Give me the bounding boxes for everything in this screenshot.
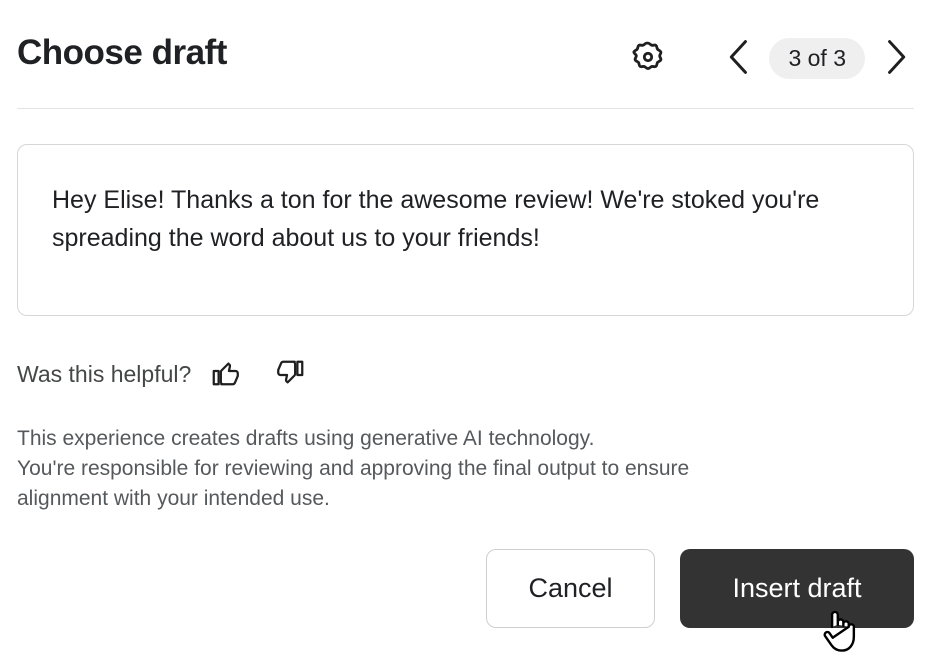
- chevron-right-icon: [883, 39, 909, 78]
- settings-button[interactable]: [626, 36, 670, 80]
- draft-text-box[interactable]: Hey Elise! Thanks a ton for the awesome …: [17, 144, 914, 316]
- thumbs-up-icon: [211, 358, 241, 391]
- disclaimer-line-2: You're responsible for reviewing and app…: [17, 457, 690, 480]
- thumbs-down-button[interactable]: [271, 355, 309, 393]
- dialog-actions: Cancel Insert draft: [486, 549, 914, 628]
- header-divider: [17, 108, 914, 109]
- chevron-left-icon: [726, 39, 752, 78]
- feedback-row: Was this helpful?: [17, 357, 309, 391]
- feedback-label: Was this helpful?: [17, 361, 192, 387]
- gear-icon: [631, 40, 665, 77]
- thumbs-down-icon: [275, 358, 305, 391]
- page-title: Choose draft: [17, 33, 227, 72]
- disclaimer-line-1: This experience creates drafts using gen…: [17, 427, 595, 450]
- disclaimer-line-3: alignment with your intended use.: [17, 487, 330, 510]
- dialog-header: Choose draft 3 of 3: [0, 0, 934, 108]
- thumbs-up-button[interactable]: [207, 355, 245, 393]
- draft-text: Hey Elise! Thanks a ton for the awesome …: [52, 186, 820, 252]
- ai-disclaimer: This experience creates drafts using gen…: [17, 424, 877, 514]
- insert-draft-button[interactable]: Insert draft: [680, 549, 914, 628]
- cancel-button[interactable]: Cancel: [486, 549, 655, 628]
- page-indicator[interactable]: 3 of 3: [769, 37, 865, 79]
- previous-draft-button[interactable]: [720, 36, 758, 80]
- header-controls: 3 of 3: [626, 33, 915, 83]
- next-draft-button[interactable]: [877, 36, 915, 80]
